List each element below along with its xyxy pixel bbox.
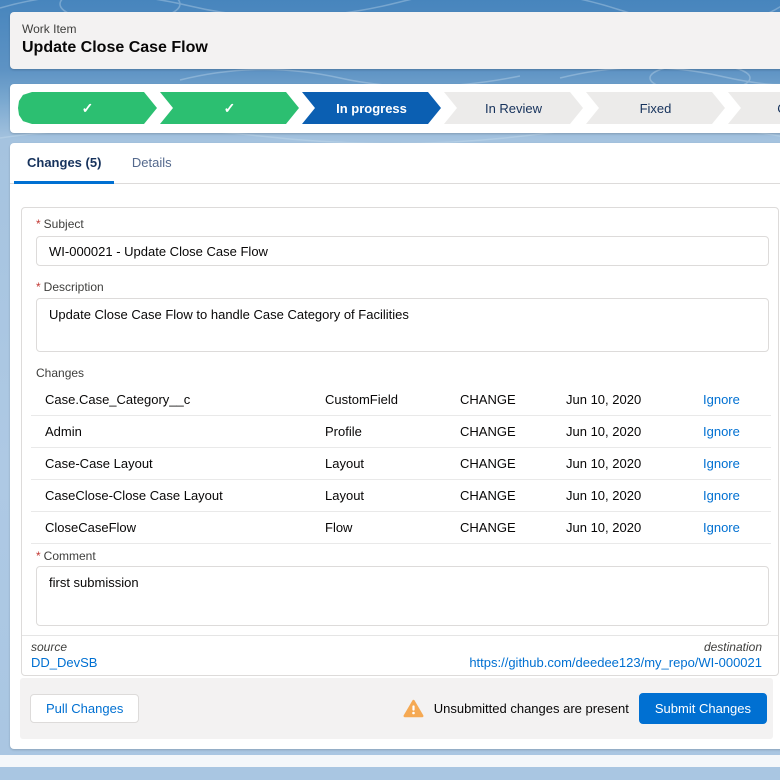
change-type: Profile — [325, 424, 362, 439]
divider — [22, 635, 778, 636]
path-stage-in-review[interactable]: In Review — [444, 92, 583, 124]
destination-link[interactable]: https://github.com/deedee123/my_repo/WI-… — [469, 655, 762, 670]
action-footer: Pull Changes Unsubmitted changes are pre… — [20, 678, 773, 739]
source-label: source — [31, 640, 67, 654]
work-item-detail-card: Changes (5) Details *Subject *Descriptio… — [10, 143, 780, 749]
ignore-link[interactable]: Ignore — [703, 392, 740, 407]
path-stage-label: Fixed — [640, 101, 672, 116]
change-type: Flow — [325, 520, 352, 535]
change-type: Layout — [325, 488, 364, 503]
change-name: Admin — [45, 424, 82, 439]
table-row: Admin Profile CHANGE Jun 10, 2020 Ignore — [31, 416, 771, 448]
path-stage-label: In Review — [485, 101, 542, 116]
table-row: CaseClose-Close Case Layout Layout CHANG… — [31, 480, 771, 512]
app-screen: Work Item Update Close Case Flow ✓ ✓ In … — [0, 0, 780, 780]
tab-bar: Changes (5) Details — [10, 143, 780, 184]
change-name: CloseCaseFlow — [45, 520, 136, 535]
record-header-card: Work Item Update Close Case Flow — [10, 12, 780, 69]
change-action: CHANGE — [460, 488, 516, 503]
record-type-label: Work Item — [22, 22, 76, 36]
path-stage-fixed[interactable]: Fixed — [586, 92, 725, 124]
source-link[interactable]: DD_DevSB — [31, 655, 97, 670]
changes-table: Case.Case_Category__c CustomField CHANGE… — [31, 384, 771, 544]
change-date: Jun 10, 2020 — [566, 520, 641, 535]
change-type: CustomField — [325, 392, 398, 407]
path-card: ✓ ✓ In progress In Review Fixed Closed — [10, 84, 780, 133]
table-row: Case.Case_Category__c CustomField CHANGE… — [31, 384, 771, 416]
change-action: CHANGE — [460, 456, 516, 471]
path-stage-label: In progress — [336, 101, 407, 116]
change-name: Case-Case Layout — [45, 456, 153, 471]
change-date: Jun 10, 2020 — [566, 488, 641, 503]
path-stage-in-progress[interactable]: In progress — [302, 92, 441, 124]
change-date: Jun 10, 2020 — [566, 424, 641, 439]
ignore-link[interactable]: Ignore — [703, 488, 740, 503]
status-path: ✓ ✓ In progress In Review Fixed Closed — [18, 92, 780, 124]
change-type: Layout — [325, 456, 364, 471]
tab-changes[interactable]: Changes (5) — [14, 143, 114, 184]
change-action: CHANGE — [460, 424, 516, 439]
required-marker: * — [36, 217, 41, 231]
changes-list-label: Changes — [36, 366, 84, 380]
change-action: CHANGE — [460, 392, 516, 407]
change-action: CHANGE — [460, 520, 516, 535]
submit-changes-button[interactable]: Submit Changes — [639, 693, 767, 724]
warning-icon — [403, 699, 424, 718]
table-row: Case-Case Layout Layout CHANGE Jun 10, 2… — [31, 448, 771, 480]
check-icon: ✓ — [82, 100, 94, 117]
description-textarea[interactable]: Update Close Case Flow to handle Case Ca… — [36, 298, 769, 352]
pull-changes-button[interactable]: Pull Changes — [30, 694, 139, 723]
path-stage-complete-1[interactable]: ✓ — [18, 92, 157, 124]
ignore-link[interactable]: Ignore — [703, 424, 740, 439]
comment-textarea[interactable]: first submission — [36, 566, 769, 626]
required-marker: * — [36, 549, 41, 563]
subject-label: *Subject — [36, 217, 84, 231]
ignore-link[interactable]: Ignore — [703, 520, 740, 535]
destination-label: destination — [704, 640, 762, 654]
footer-right-group: Unsubmitted changes are present Submit C… — [403, 678, 767, 739]
change-name: CaseClose-Close Case Layout — [45, 488, 223, 503]
change-name: Case.Case_Category__c — [45, 392, 190, 407]
check-icon: ✓ — [224, 100, 236, 117]
required-marker: * — [36, 280, 41, 294]
change-date: Jun 10, 2020 — [566, 392, 641, 407]
comment-label: *Comment — [36, 549, 96, 563]
unsubmitted-warning-text: Unsubmitted changes are present — [434, 701, 629, 716]
path-stage-complete-2[interactable]: ✓ — [160, 92, 299, 124]
table-row: CloseCaseFlow Flow CHANGE Jun 10, 2020 I… — [31, 512, 771, 544]
page-title: Update Close Case Flow — [22, 39, 208, 57]
path-stage-closed[interactable]: Closed — [728, 92, 780, 124]
changes-form-panel: *Subject *Description Update Close Case … — [21, 207, 779, 676]
description-label: *Description — [36, 280, 104, 294]
change-date: Jun 10, 2020 — [566, 456, 641, 471]
tab-details[interactable]: Details — [119, 143, 185, 184]
ignore-link[interactable]: Ignore — [703, 456, 740, 471]
next-card-edge — [0, 755, 780, 767]
subject-input[interactable] — [36, 236, 769, 266]
